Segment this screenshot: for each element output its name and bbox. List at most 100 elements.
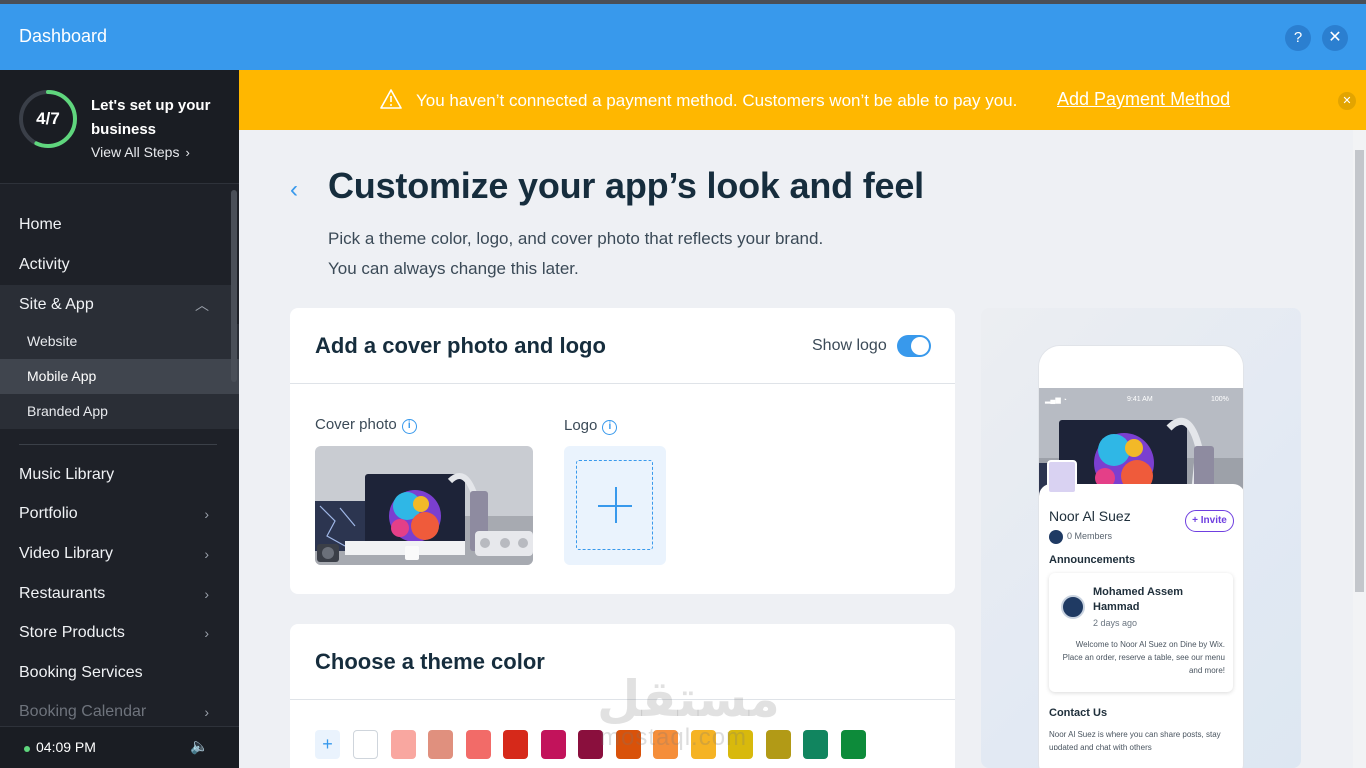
preview-members-count: 0 Members [1067, 531, 1113, 541]
cover-photo-field: Cover photo i [315, 416, 417, 434]
post-author: Mohamed Assem Hammad [1093, 586, 1184, 613]
color-swatch[interactable] [465, 730, 491, 759]
sidebar-item-label: Music Library [19, 466, 115, 483]
info-icon[interactable]: i [401, 419, 417, 434]
sidebar: 4/7 Let's set up your business View All … [0, 70, 239, 768]
subtitle-line: You can always change this later. [328, 259, 579, 278]
progress-count: 4/7 [36, 109, 60, 128]
speaker-icon[interactable]: 🔈 [190, 737, 209, 755]
view-all-steps-label: View All Steps [91, 144, 180, 160]
sidebar-item-home[interactable]: Home [0, 205, 231, 245]
sidebar-item-restaurants[interactable]: Restaurants › [0, 574, 231, 614]
subtitle-line: Pick a theme color, logo, and cover phot… [328, 229, 824, 248]
watermark-text: mostaql.com [600, 724, 748, 751]
info-icon[interactable]: i [602, 420, 618, 435]
show-logo-toggle[interactable] [897, 335, 931, 357]
cover-logo-card: Add a cover photo and logo Show logo Cov… [290, 308, 955, 594]
color-swatch[interactable] [428, 730, 453, 759]
sidebar-item-site-app[interactable]: Site & App ︿ [0, 285, 231, 325]
phone-notch-area [1039, 346, 1243, 388]
preview-content: Noor Al Suez + Invite 0 Members Announce… [1039, 484, 1243, 768]
cover-photo-label: Cover photo [315, 416, 397, 433]
sidebar-item-label: Booking Services [19, 664, 143, 681]
sidebar-item-label: Video Library [19, 545, 113, 562]
sidebar-item-booking-services[interactable]: Booking Services [0, 653, 231, 693]
avatar [1061, 595, 1085, 619]
color-swatch[interactable] [803, 730, 828, 759]
phone-status-time: 9:41 AM [1127, 396, 1153, 403]
post-text: Welcome to Noor Al Suez on Dine by Wix. … [1062, 640, 1225, 675]
card-header: Add a cover photo and logo Show logo [290, 308, 955, 384]
logo-field: Logo i [564, 417, 618, 435]
preview-announcements-heading: Announcements [1049, 554, 1136, 566]
color-swatch[interactable] [840, 730, 866, 759]
color-swatch[interactable] [390, 730, 416, 759]
clock-time: 04:09 PM [36, 739, 96, 755]
setup-progress-widget[interactable]: 4/7 Let's set up your business View All … [0, 70, 239, 184]
chevron-right-icon: › [204, 586, 209, 602]
sidebar-subitem-website[interactable]: Website [0, 324, 239, 359]
sidebar-item-activity[interactable]: Activity [0, 245, 231, 285]
payment-warning-banner: You haven’t connected a payment method. … [239, 70, 1366, 130]
phone-battery: 100% [1211, 396, 1229, 403]
color-swatch[interactable] [503, 730, 528, 759]
sidebar-footer: 04:09 PM 🔈 [0, 726, 239, 768]
add-color-button[interactable]: + [315, 730, 340, 759]
watermark-logo: مستقل [597, 671, 780, 727]
sidebar-subitem-label: Mobile App [27, 368, 97, 384]
main-scrollbar-thumb[interactable] [1355, 150, 1364, 592]
sidebar-item-label: Portfolio [19, 505, 78, 522]
phone-mockup: ▂▄▆ ◔ 9:41 AM 100% Noor Al Suez + Invite… [1038, 345, 1244, 768]
preview-business-name: Noor Al Suez [1049, 508, 1131, 524]
member-avatar [1049, 530, 1063, 544]
sidebar-subitem-mobile-app[interactable]: Mobile App [0, 359, 239, 394]
sidebar-item-portfolio[interactable]: Portfolio › [0, 494, 231, 534]
sidebar-subitem-branded-app[interactable]: Branded App [0, 394, 239, 429]
preview-post-card: Mohamed Assem Hammad 2 days ago Welcome … [1049, 573, 1233, 692]
card-title: Choose a theme color [315, 649, 545, 674]
dashboard-title: Dashboard [19, 26, 108, 46]
plus-icon-bar [598, 505, 632, 507]
post-time: 2 days ago [1093, 618, 1138, 628]
page-subtitle: Pick a theme color, logo, and cover phot… [328, 224, 823, 284]
close-icon[interactable]: ✕ [1322, 25, 1348, 51]
app-preview-panel: ▂▄▆ ◔ 9:41 AM 100% Noor Al Suez + Invite… [981, 308, 1301, 768]
dashboard-header: Dashboard ? ✕ [0, 4, 1366, 70]
sidebar-item-label: Activity [19, 256, 70, 273]
color-swatch[interactable] [540, 730, 566, 759]
chevron-right-icon: › [204, 625, 209, 641]
sidebar-item-label: Store Products [19, 624, 125, 641]
help-icon[interactable]: ? [1285, 25, 1311, 51]
sidebar-item-label: Home [19, 216, 62, 233]
chevron-up-icon: ︿ [195, 297, 209, 313]
sidebar-item-video-library[interactable]: Video Library › [0, 534, 231, 574]
color-swatch[interactable] [765, 730, 791, 759]
add-payment-method-link[interactable]: Add Payment Method [1057, 89, 1230, 110]
logo-upload-box[interactable] [564, 446, 666, 565]
sidebar-item-store-products[interactable]: Store Products › [0, 613, 231, 653]
toggle-knob [911, 337, 929, 355]
preview-invite-button: + Invite [1185, 510, 1234, 532]
color-swatch[interactable] [353, 730, 378, 759]
banner-message: You haven’t connected a payment method. … [416, 91, 1018, 110]
setup-title: Let's set up your business [91, 97, 211, 138]
card-title: Add a cover photo and logo [315, 333, 606, 358]
sidebar-item-music-library[interactable]: Music Library [0, 455, 231, 495]
sidebar-scrollbar[interactable] [231, 190, 237, 382]
phone-signal-icon: ▂▄▆ ◔ [1045, 397, 1067, 404]
logo-dropzone[interactable] [576, 460, 653, 550]
page-title: Customize your app’s look and feel [328, 165, 924, 206]
back-arrow-icon[interactable]: ‹ [290, 176, 298, 204]
cover-photo-image[interactable] [315, 446, 533, 565]
sidebar-divider [19, 444, 217, 445]
preview-contact-text: Noor Al Suez is where you can share post… [1049, 730, 1221, 750]
view-all-steps-link[interactable]: View All Steps › [91, 144, 190, 160]
image-placeholder-icon [1047, 460, 1077, 494]
close-icon[interactable]: ✕ [1338, 92, 1356, 110]
sidebar-subitem-label: Website [27, 333, 78, 349]
sidebar-item-label: Restaurants [19, 585, 106, 602]
online-status-dot [24, 746, 30, 752]
warning-icon [380, 89, 402, 109]
logo-label: Logo [564, 417, 598, 434]
chevron-right-icon: › [204, 546, 209, 562]
